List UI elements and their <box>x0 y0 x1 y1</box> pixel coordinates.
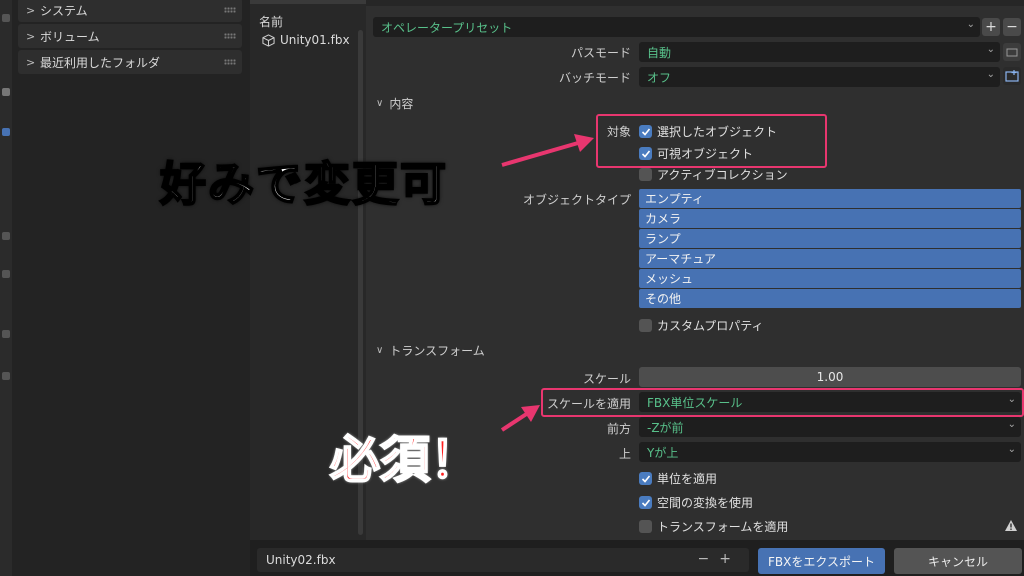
annotation-required-text: 必須！ <box>329 430 481 490</box>
arrow-to-target <box>501 134 594 167</box>
annotation-arrows <box>500 134 594 432</box>
annotation-optional-text: 好みで変更可 <box>159 156 448 212</box>
arrow-to-apply-scalings <box>500 405 540 432</box>
